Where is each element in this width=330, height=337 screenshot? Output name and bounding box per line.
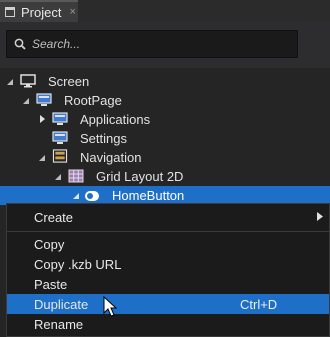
tree-item-label: RootPage — [64, 93, 122, 108]
mouse-cursor-icon — [103, 296, 117, 317]
menu-item-label: Duplicate — [34, 296, 89, 312]
tree-item-grid-layout-2d[interactable]: Grid Layout 2D — [0, 167, 330, 186]
menu-item-shortcut: Ctrl+D — [240, 296, 278, 312]
tree-item-label: Settings — [80, 131, 127, 146]
tree-item-rootpage[interactable]: RootPage — [0, 91, 330, 110]
search-input[interactable] — [32, 37, 272, 51]
menu-item-copy[interactable]: Copy — [7, 234, 329, 254]
menu-item-label: Create — [34, 209, 74, 225]
menu-item-label: Copy — [34, 236, 65, 252]
screen-icon — [20, 74, 36, 88]
tree-item-label: Grid Layout 2D — [96, 169, 184, 184]
page-icon — [52, 112, 68, 125]
menu-divider — [7, 231, 329, 232]
context-menu: Create Copy Copy .kzb URL Paste Duplicat… — [6, 203, 330, 337]
tree-item-settings[interactable]: Settings — [0, 129, 330, 148]
expanded-arrow-icon[interactable] — [22, 97, 30, 105]
grid-layout-icon — [68, 169, 84, 183]
toggle-button-icon — [85, 191, 99, 201]
menu-item-copy-kzb-url[interactable]: Copy .kzb URL — [7, 254, 329, 274]
tree-item-label: HomeButton — [112, 188, 185, 203]
collapsed-arrow-icon[interactable] — [38, 115, 46, 123]
tree-item-applications[interactable]: Applications — [0, 110, 330, 129]
page-icon — [52, 131, 68, 144]
menu-item-create[interactable]: Create — [7, 207, 329, 227]
menu-item-rename[interactable]: Rename — [7, 314, 329, 334]
expanded-arrow-icon[interactable] — [38, 154, 46, 162]
expanded-arrow-icon[interactable] — [72, 192, 80, 200]
page-icon — [36, 93, 52, 106]
expanded-arrow-icon[interactable] — [54, 173, 62, 181]
tree-item-screen[interactable]: Screen — [0, 72, 330, 91]
menu-item-label: Rename — [34, 316, 84, 332]
submenu-arrow-icon — [317, 212, 323, 221]
search-icon — [14, 38, 26, 50]
expanded-arrow-icon[interactable] — [6, 78, 14, 86]
search-bar — [0, 22, 330, 68]
menu-item-duplicate[interactable]: Duplicate Ctrl+D — [7, 294, 329, 314]
tab-title: Project — [21, 4, 62, 20]
navigation-icon — [52, 149, 68, 163]
menu-item-label: Paste — [34, 276, 68, 292]
tree-item-label: Screen — [48, 74, 90, 89]
menu-item-paste[interactable]: Paste — [7, 274, 329, 294]
tree-item-label: Navigation — [80, 150, 142, 165]
panel-icon — [5, 7, 15, 17]
tab-project[interactable]: Project × — [0, 0, 78, 22]
menu-item-label: Copy .kzb URL — [34, 256, 122, 272]
tree-item-label: Applications — [80, 112, 151, 127]
tree-item-navigation[interactable]: Navigation — [0, 148, 330, 167]
tab-bar: Project × — [0, 0, 330, 22]
close-icon[interactable]: × — [69, 6, 75, 18]
search-box — [6, 30, 298, 58]
